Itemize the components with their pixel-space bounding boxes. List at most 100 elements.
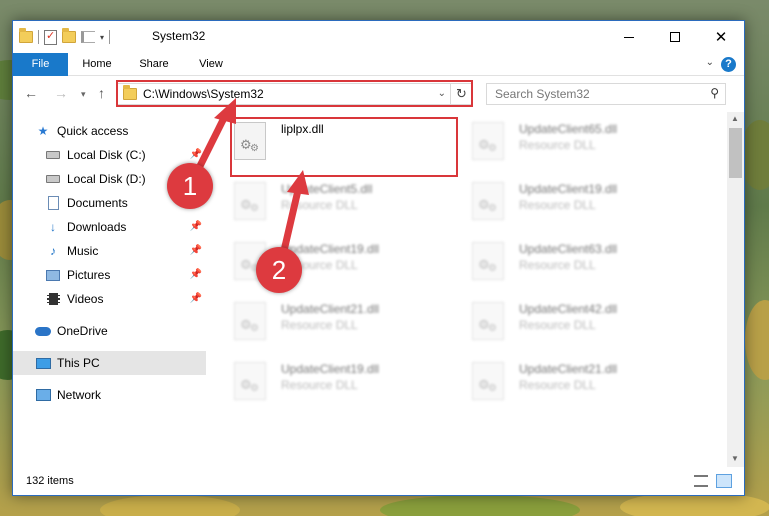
this-pc-icon — [35, 356, 51, 370]
up-arrow-icon[interactable]: ↑ — [98, 85, 105, 101]
star-icon: ★ — [37, 124, 49, 138]
file-type: Resource DLL — [519, 258, 596, 272]
tab-share[interactable]: Share — [128, 53, 180, 76]
sidebar-item-label: Downloads — [67, 220, 127, 234]
pictures-icon — [45, 268, 61, 282]
view-options-icon[interactable] — [81, 31, 95, 43]
recent-locations-chevron-icon[interactable]: ▾ — [81, 89, 86, 100]
sidebar-item-label: OneDrive — [57, 324, 108, 338]
music-icon: ♪ — [50, 244, 56, 258]
file-type: Resource DLL — [281, 318, 358, 332]
onedrive-icon — [35, 324, 51, 338]
leaf-decoration — [100, 495, 240, 516]
help-icon[interactable]: ? — [721, 57, 736, 72]
file-tile[interactable]: ⚙ ⚙ UpdateClient19.dll Resource DLL — [224, 354, 444, 406]
documents-icon — [45, 196, 61, 210]
network-icon — [35, 388, 51, 402]
properties-icon[interactable] — [44, 29, 57, 45]
dll-file-icon: ⚙ ⚙ — [472, 122, 504, 160]
download-icon: ↓ — [50, 220, 56, 234]
quick-access-toolbar: ▾ — [19, 28, 115, 46]
dll-file-icon: ⚙ ⚙ — [234, 362, 266, 400]
large-icons-view-icon[interactable] — [716, 474, 732, 488]
sidebar-item-label: Documents — [67, 196, 128, 210]
scroll-up-icon[interactable]: ▲ — [731, 114, 739, 123]
scrollbar-thumb[interactable] — [729, 128, 742, 178]
sidebar-item-music[interactable]: ♪ Music 📌 — [45, 239, 206, 263]
toolbar-divider — [38, 30, 39, 44]
details-view-icon[interactable] — [694, 475, 708, 487]
search-input[interactable]: Search System32 ⚲ — [486, 83, 726, 105]
sidebar-item-label: Quick access — [57, 124, 129, 138]
file-name: UpdateClient63.dll — [519, 242, 618, 256]
minimize-icon — [624, 36, 634, 38]
new-folder-icon[interactable] — [62, 28, 76, 43]
window-title: System32 — [152, 29, 206, 43]
tab-home[interactable]: Home — [71, 53, 123, 76]
file-name: UpdateClient5.dll — [281, 182, 373, 196]
ribbon-tabs: File Home Share View ⌄ ? — [13, 53, 744, 76]
pin-icon[interactable]: 📌 — [190, 293, 202, 304]
step-2-badge: 2 — [256, 247, 302, 293]
pin-icon[interactable]: 📌 — [190, 245, 202, 256]
sidebar-item-onedrive[interactable]: OneDrive — [35, 319, 206, 343]
expand-ribbon-chevron-icon[interactable]: ⌄ — [706, 57, 714, 68]
back-arrow-icon[interactable]: ← — [24, 85, 38, 101]
dll-file-icon: ⚙ ⚙ — [472, 182, 504, 220]
minimize-button[interactable] — [606, 21, 652, 53]
sidebar-item-this-pc[interactable]: This PC — [13, 351, 206, 375]
title-bar: ▾ System32 ✕ — [13, 21, 744, 53]
file-type: Resource DLL — [519, 378, 596, 392]
videos-icon — [45, 292, 61, 306]
file-name: UpdateClient19.dll — [519, 182, 618, 196]
item-count: 132 items — [26, 475, 74, 487]
vertical-scrollbar[interactable]: ▲ ▼ — [727, 112, 744, 467]
tab-view[interactable]: View — [185, 53, 237, 76]
sidebar-item-label: This PC — [57, 356, 100, 370]
sidebar-item-quick-access[interactable]: ★ Quick access — [35, 119, 206, 143]
dll-file-icon: ⚙ ⚙ — [234, 182, 266, 220]
sidebar-item-downloads[interactable]: ↓ Downloads 📌 — [45, 215, 206, 239]
tab-file[interactable]: File — [13, 53, 68, 76]
status-bar: 132 items — [13, 468, 744, 495]
file-tile[interactable]: ⚙ ⚙ UpdateClient19.dll Resource DLL — [462, 174, 682, 226]
leaf-decoration — [380, 495, 580, 516]
sidebar-item-label: Pictures — [67, 268, 111, 282]
address-bar-highlight — [116, 80, 473, 107]
file-tile[interactable]: ⚙ ⚙ UpdateClient5.dll Resource DLL — [224, 174, 444, 226]
file-name: UpdateClient21.dll — [281, 302, 380, 316]
step-1-badge: 1 — [167, 163, 213, 209]
drive-icon — [45, 148, 61, 162]
file-type: Resource DLL — [281, 378, 358, 392]
file-type: Resource DLL — [519, 318, 596, 332]
search-placeholder: Search System32 — [495, 87, 590, 101]
search-icon[interactable]: ⚲ — [710, 86, 719, 100]
file-name: UpdateClient65.dll — [519, 122, 618, 136]
scroll-down-icon[interactable]: ▼ — [731, 454, 739, 463]
file-tile[interactable]: ⚙ ⚙ UpdateClient65.dll Resource DLL — [462, 114, 682, 166]
pin-icon[interactable]: 📌 — [190, 149, 202, 160]
drive-icon — [45, 172, 61, 186]
folder-icon — [19, 28, 33, 43]
close-icon: ✕ — [714, 29, 728, 46]
sidebar-item-videos[interactable]: Videos 📌 — [45, 287, 206, 311]
pin-icon[interactable]: 📌 — [190, 221, 202, 232]
sidebar-item-pictures[interactable]: Pictures 📌 — [45, 263, 206, 287]
file-tile[interactable]: ⚙ ⚙ UpdateClient21.dll Resource DLL — [462, 354, 682, 406]
forward-arrow-icon[interactable]: → — [54, 85, 68, 101]
maximize-button[interactable] — [652, 21, 698, 53]
dll-file-icon: ⚙ ⚙ — [472, 302, 504, 340]
sidebar-item-network[interactable]: Network — [35, 383, 206, 407]
sidebar-item-label: Videos — [67, 292, 104, 306]
close-button[interactable]: ✕ — [698, 21, 744, 53]
sidebar-item-label: Local Disk (C:) — [67, 148, 146, 162]
file-tile[interactable]: ⚙ ⚙ UpdateClient63.dll Resource DLL — [462, 234, 682, 286]
dll-file-icon: ⚙ ⚙ — [472, 242, 504, 280]
file-highlight — [230, 117, 458, 177]
sidebar-item-label: Music — [67, 244, 99, 258]
file-tile[interactable]: ⚙ ⚙ UpdateClient42.dll Resource DLL — [462, 294, 682, 346]
customize-toolbar-chevron-icon[interactable]: ▾ — [100, 33, 104, 42]
pin-icon[interactable]: 📌 — [190, 269, 202, 280]
file-tile[interactable]: ⚙ ⚙ UpdateClient21.dll Resource DLL — [224, 294, 444, 346]
dll-file-icon: ⚙ ⚙ — [472, 362, 504, 400]
